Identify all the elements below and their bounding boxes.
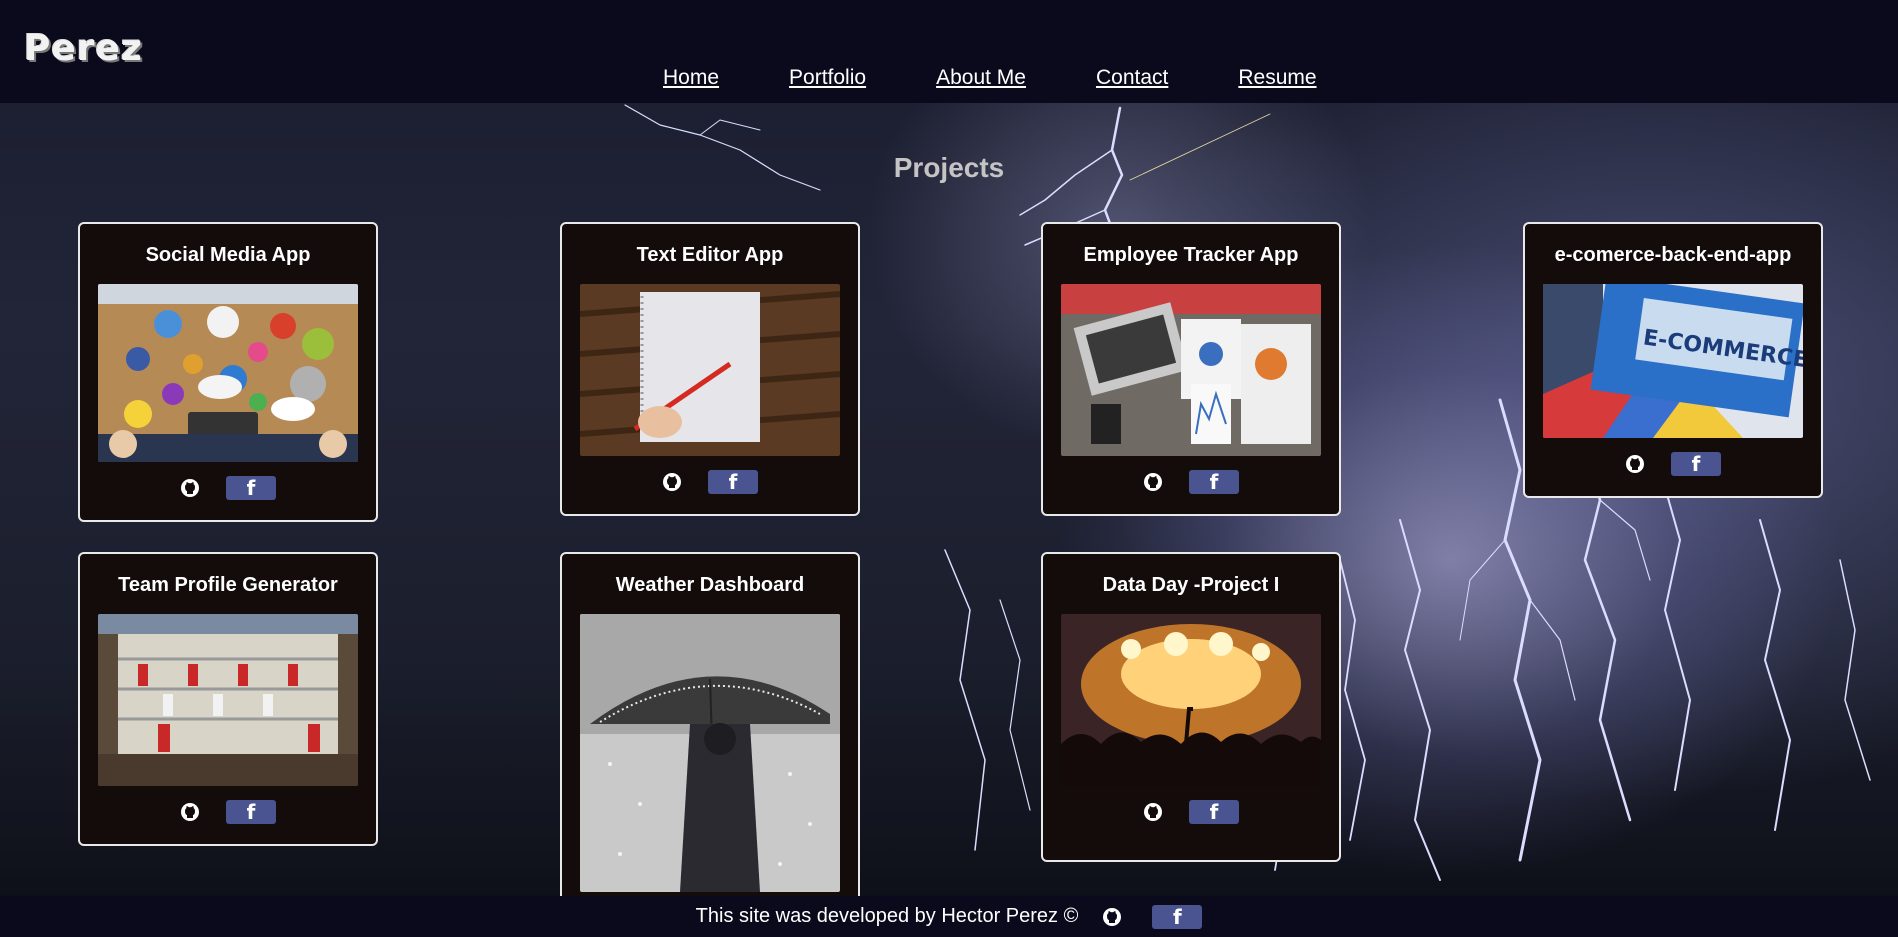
github-icon[interactable] [1143, 472, 1163, 492]
project-card-ecommerce: e-comerce-back-end-app E-COMMERCE f [1523, 222, 1823, 498]
facebook-icon[interactable]: f [1671, 452, 1721, 476]
brand-logo[interactable]: Perez [24, 28, 143, 69]
nav-resume-link[interactable]: Resume [1238, 66, 1316, 90]
project-card-weather: Weather Dashboard [560, 552, 860, 902]
project-links: f [562, 470, 858, 494]
site-footer: This site was developed by Hector Perez … [0, 896, 1898, 937]
project-links: f [80, 800, 376, 824]
project-card-data-day: Data Day -Project I f [1041, 552, 1341, 862]
nav-about-link[interactable]: About Me [936, 66, 1026, 90]
github-icon[interactable] [1143, 802, 1163, 822]
facebook-icon[interactable]: f [1189, 800, 1239, 824]
project-title: e-comerce-back-end-app [1554, 244, 1792, 266]
facebook-icon[interactable]: f [1152, 904, 1203, 929]
umbrella-snow-photo[interactable] [580, 614, 840, 892]
social-media-photo[interactable] [98, 284, 358, 462]
concert-photo[interactable] [1061, 614, 1321, 786]
office-charts-photo[interactable] [1061, 284, 1321, 456]
notebook-pen-photo[interactable] [580, 284, 840, 456]
project-links: f [80, 476, 376, 500]
facebook-icon[interactable]: f [708, 470, 758, 494]
github-icon[interactable] [180, 802, 200, 822]
project-links: f [1525, 452, 1821, 476]
ecommerce-binder-photo[interactable]: E-COMMERCE [1543, 284, 1803, 438]
project-title: Team Profile Generator [118, 574, 338, 596]
project-title: Text Editor App [636, 244, 784, 266]
nav-home-link[interactable]: Home [663, 66, 719, 90]
projects-heading: Projects [893, 152, 1005, 183]
project-card-team-profile: Team Profile Generator f [78, 552, 378, 846]
project-title: Employee Tracker App [1083, 244, 1299, 266]
facebook-icon[interactable]: f [226, 476, 276, 500]
github-icon[interactable] [1102, 907, 1122, 927]
facebook-icon[interactable]: f [1189, 470, 1239, 494]
foosball-photo[interactable] [98, 614, 358, 786]
project-title: Data Day -Project I [1102, 574, 1280, 596]
site-header: Perez Home Portfolio About Me Contact Re… [0, 0, 1898, 103]
main-nav: Home Portfolio About Me Contact Resume [663, 66, 1387, 90]
footer-credit: This site was developed by Hector Perez … [695, 905, 1079, 927]
github-icon[interactable] [180, 478, 200, 498]
project-title: Social Media App [145, 244, 311, 266]
project-card-employee-tracker: Employee Tracker App f [1041, 222, 1341, 516]
project-card-text-editor: Text Editor App f [560, 222, 860, 516]
project-card-social-media: Social Media App f [78, 222, 378, 522]
facebook-icon[interactable]: f [226, 800, 276, 824]
nav-contact-link[interactable]: Contact [1096, 66, 1168, 90]
github-icon[interactable] [662, 472, 682, 492]
project-links: f [1043, 470, 1339, 494]
nav-portfolio-link[interactable]: Portfolio [789, 66, 866, 90]
project-links: f [1043, 800, 1339, 824]
project-title: Weather Dashboard [615, 574, 805, 596]
github-icon[interactable] [1625, 454, 1645, 474]
